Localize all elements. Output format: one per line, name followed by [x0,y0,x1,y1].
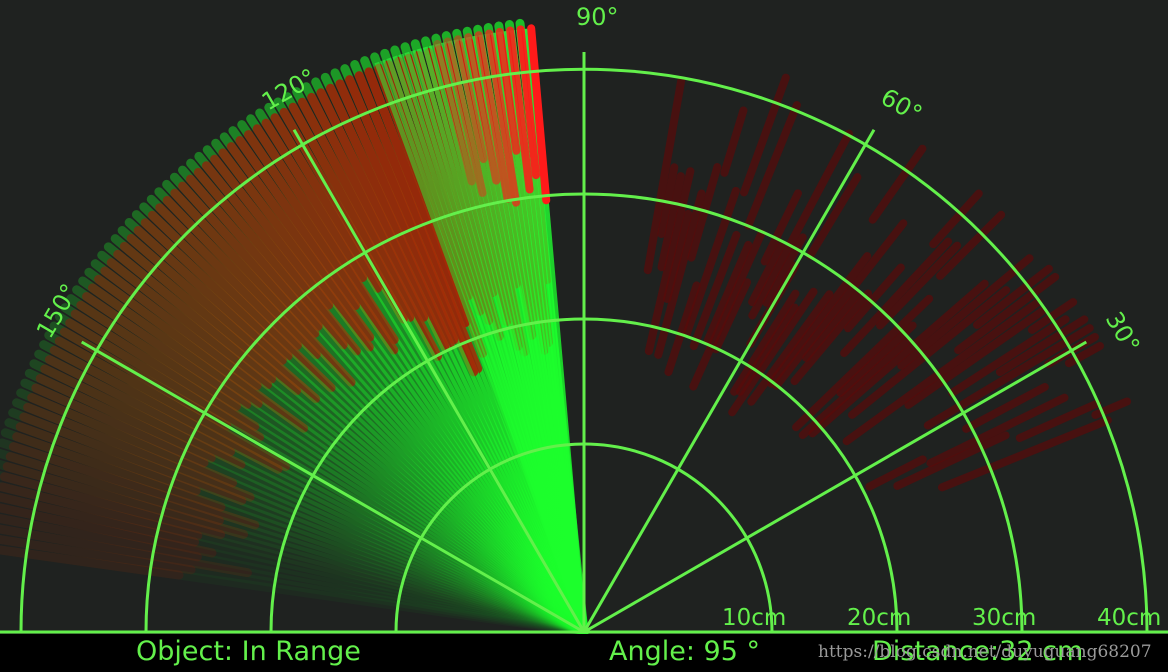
range-label-30: 30cm [972,605,1036,631]
status-bar: Object: In Range Angle: 95 ° Distance:32… [0,634,1168,672]
radar-display: 90° 60° 30° 120° 150° 10cm 20cm 30cm 40c… [0,0,1168,672]
object-status-text: Object: In Range [136,636,361,667]
range-label-10: 10cm [722,605,786,631]
angle-readout: Angle: 95 ° [609,636,760,667]
angle-label-90: 90° [576,3,619,31]
range-label-20: 20cm [847,605,911,631]
range-label-40: 40cm [1097,605,1161,631]
watermark-text: https://blog.csdn.net/duyuguang68207 [818,642,1152,662]
